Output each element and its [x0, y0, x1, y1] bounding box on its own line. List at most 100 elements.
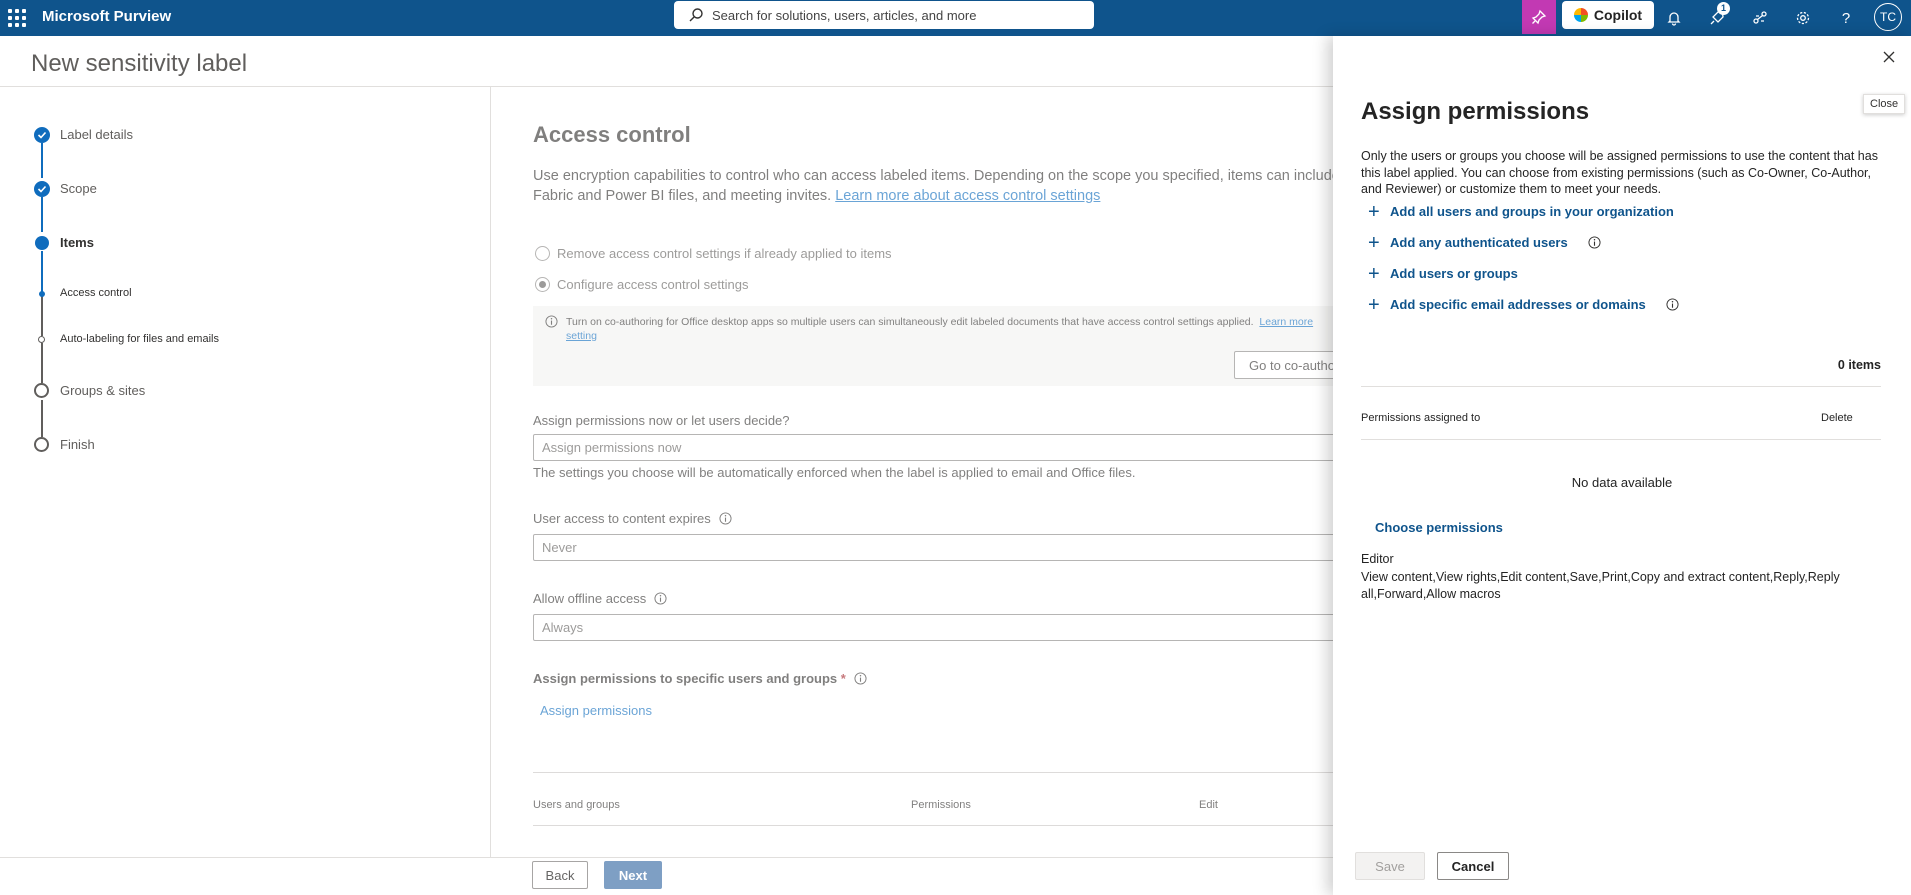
step-connector: [41, 343, 43, 383]
app-name[interactable]: Microsoft Purview: [42, 8, 171, 25]
step-connector: [41, 143, 43, 178]
close-icon[interactable]: [1878, 46, 1900, 68]
search-box[interactable]: [674, 1, 1094, 29]
step-items[interactable]: Items: [60, 235, 94, 250]
info-icon[interactable]: [854, 672, 867, 685]
add-all-users-button[interactable]: + Add all users and groups in your organ…: [1368, 200, 1674, 223]
panel-title: Assign permissions: [1361, 98, 1590, 125]
assign-permissions-dropdown[interactable]: Assign permissions now: [533, 434, 1335, 461]
step-finish[interactable]: Finish: [60, 437, 95, 452]
permission-role: Editor: [1361, 552, 1394, 566]
waffle-icon[interactable]: [8, 9, 26, 27]
checkmark-icon: [34, 127, 50, 143]
back-button[interactable]: Back: [532, 861, 588, 889]
step-connector: [41, 400, 43, 437]
column-users-groups: Users and groups: [533, 799, 620, 811]
expires-dropdown[interactable]: Never: [533, 534, 1335, 561]
offline-dropdown[interactable]: Always: [533, 614, 1335, 641]
column-permissions: Permissions: [911, 799, 971, 811]
column-delete: Delete: [1821, 412, 1853, 424]
info-icon[interactable]: [719, 512, 732, 525]
assign-permissions-panel: Close Assign permissions Only the users …: [1333, 36, 1911, 895]
info-icon[interactable]: [1588, 236, 1601, 249]
plus-icon: +: [1368, 200, 1380, 223]
radio-remove-settings[interactable]: Remove access control settings if alread…: [535, 246, 892, 261]
section-heading: Access control: [533, 122, 691, 147]
specific-users-label: Assign permissions to specific users and…: [533, 671, 867, 686]
step-auto-labeling[interactable]: Auto-labeling for files and emails: [60, 333, 219, 345]
add-email-domains-label: Add specific email addresses or domains: [1390, 297, 1646, 312]
description-line-2: Fabric and Power BI files, and meeting i…: [533, 188, 832, 204]
info-setting-link[interactable]: setting: [566, 330, 597, 342]
bell-icon[interactable]: [1660, 4, 1688, 32]
search-input[interactable]: [712, 1, 1082, 29]
radio-configure-label: Configure access control settings: [557, 277, 749, 292]
header-divider: [0, 86, 1335, 87]
notifications-badge: 1: [1717, 2, 1730, 15]
plus-icon: +: [1368, 293, 1380, 316]
pending-step-dot: [34, 437, 49, 452]
info-icon: [545, 315, 558, 328]
wizard-footer: [0, 857, 1335, 895]
radio-configure-settings[interactable]: Configure access control settings: [535, 277, 748, 292]
add-email-domains-button[interactable]: + Add specific email addresses or domain…: [1368, 293, 1679, 316]
cancel-button[interactable]: Cancel: [1437, 852, 1509, 880]
radio-remove-label: Remove access control settings if alread…: [557, 246, 892, 261]
next-button[interactable]: Next: [604, 861, 662, 889]
step-connector: [41, 251, 43, 292]
copilot-pin-button[interactable]: [1522, 0, 1556, 34]
add-authenticated-users-label: Add any authenticated users: [1390, 235, 1568, 250]
plus-icon: +: [1368, 231, 1380, 254]
panel-divider: [1361, 439, 1881, 440]
column-edit: Edit: [1199, 799, 1218, 811]
avatar[interactable]: TC: [1874, 3, 1902, 31]
step-access-control[interactable]: Access control: [60, 287, 132, 299]
info-icon[interactable]: [654, 592, 667, 605]
choose-permissions-link[interactable]: Choose permissions: [1375, 520, 1503, 535]
step-label-details[interactable]: Label details: [60, 127, 133, 142]
save-button[interactable]: Save: [1355, 852, 1425, 880]
info-learn-more-link[interactable]: Learn more: [1259, 316, 1313, 328]
help-icon[interactable]: ?: [1832, 4, 1860, 32]
required-asterisk: *: [840, 671, 846, 686]
coauthoring-info-box: Turn on co-authoring for Office desktop …: [533, 306, 1344, 386]
pending-substep-dot: [38, 336, 45, 343]
specific-users-label-text: Assign permissions to specific users and…: [533, 671, 838, 686]
share-icon[interactable]: [1746, 4, 1774, 32]
close-tooltip: Close: [1863, 94, 1906, 114]
plus-icon: +: [1368, 262, 1380, 285]
coauthoring-info-text: Turn on co-authoring for Office desktop …: [566, 315, 1313, 343]
add-authenticated-users-button[interactable]: + Add any authenticated users: [1368, 231, 1601, 254]
notification-rocket-icon[interactable]: 1: [1703, 2, 1731, 32]
info-icon[interactable]: [1666, 298, 1679, 311]
section-description: Use encryption capabilities to control w…: [533, 166, 1340, 206]
no-data-message: No data available: [1571, 475, 1673, 490]
gear-icon[interactable]: [1789, 4, 1817, 32]
radio-button-selected[interactable]: [535, 277, 550, 292]
learn-more-link[interactable]: Learn more about access control settings: [835, 188, 1100, 204]
copilot-logo-icon: [1573, 8, 1588, 22]
step-scope[interactable]: Scope: [60, 181, 97, 196]
assign-question-text: Assign permissions now or let users deci…: [533, 413, 790, 428]
stepper-divider: [490, 87, 491, 857]
assign-question-label: Assign permissions now or let users deci…: [533, 413, 790, 428]
panel-description: Only the users or groups you choose will…: [1361, 149, 1878, 196]
assign-permissions-link[interactable]: Assign permissions: [540, 703, 652, 718]
add-users-or-groups-button[interactable]: + Add users or groups: [1368, 262, 1518, 285]
step-groups-sites[interactable]: Groups & sites: [60, 383, 145, 398]
top-bar: Microsoft Purview Copilot 1 ? TC: [0, 0, 1911, 36]
go-to-coauthoring-button[interactable]: Go to co-autho: [1234, 351, 1344, 379]
current-substep-dot: [39, 291, 45, 297]
step-connector: [41, 197, 43, 232]
permission-role-details: View content,View rights,Edit content,Sa…: [1361, 570, 1840, 601]
current-step-dot: [35, 236, 49, 250]
table-header-divider: [533, 825, 1335, 826]
table-top-divider: [533, 772, 1335, 773]
radio-button[interactable]: [535, 246, 550, 261]
copilot-button[interactable]: Copilot: [1562, 1, 1654, 29]
copilot-label: Copilot: [1593, 7, 1643, 23]
expires-label-text: User access to content expires: [533, 511, 711, 526]
pending-step-dot: [34, 383, 49, 398]
expires-label: User access to content expires: [533, 511, 732, 526]
checkmark-icon: [34, 181, 50, 197]
